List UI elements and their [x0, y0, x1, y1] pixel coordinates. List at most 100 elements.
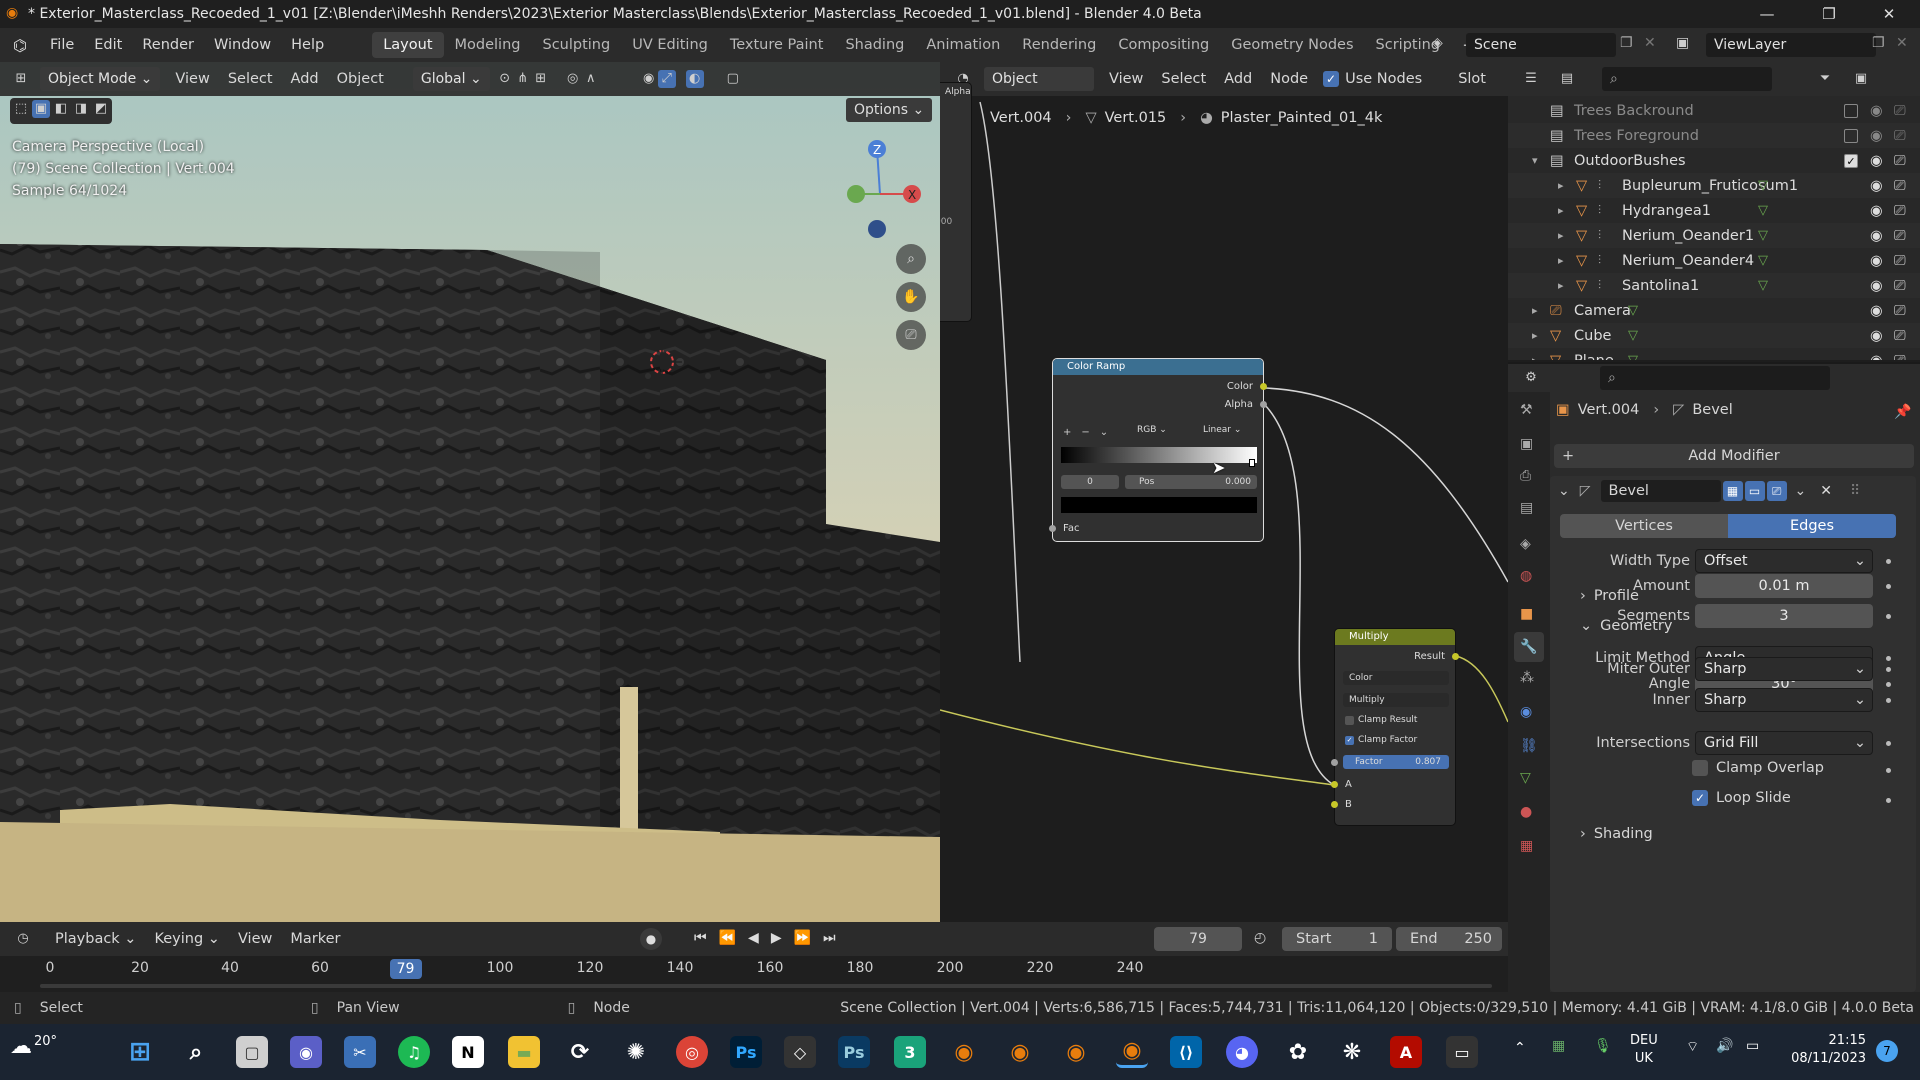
new-view-layer-icon[interactable]: ❐ [1872, 35, 1885, 51]
ramp-color-mode-dropdown[interactable]: RGB ⌄ [1137, 425, 1187, 439]
render-toggle-icon[interactable]: ⎚ [1766, 481, 1787, 501]
filter-icon[interactable]: ⏷ [1816, 70, 1834, 88]
chatgpt-icon[interactable]: ✺ [620, 1036, 652, 1068]
openai-icon[interactable]: ✿ [1282, 1036, 1314, 1068]
mesh-data-icon[interactable]: ▽ [1758, 203, 1768, 218]
vp-menu-add[interactable]: Add [282, 71, 328, 87]
object-mode-dropdown[interactable]: Object Mode ⌄ [40, 67, 161, 91]
multiply-node[interactable]: Multiply Result Color Multiply Clamp Res… [1331, 628, 1459, 826]
close-button[interactable]: ✕ [1866, 0, 1912, 28]
display-mode-icon[interactable]: ▤ [1558, 70, 1576, 88]
mesh-data-icon[interactable]: ▽ [1628, 353, 1638, 360]
gizmo-toggle-icon[interactable]: ⤢ [657, 70, 676, 88]
render-camera-icon[interactable]: ⎚ [1894, 128, 1906, 144]
frame-scrubber[interactable] [40, 984, 1492, 988]
expand-arrow-icon[interactable]: ▸ [1558, 254, 1564, 267]
notification-badge[interactable]: 7 [1876, 1040, 1898, 1062]
render-camera-icon[interactable]: ⎚ [1894, 253, 1906, 269]
navigation-gizmo[interactable]: Z X [830, 134, 930, 254]
result-output-socket[interactable] [1452, 653, 1459, 660]
outliner-item-label[interactable]: Bupleurum_Fruticosum1 [1622, 178, 1798, 194]
keyframe-dot-icon[interactable] [1886, 768, 1891, 773]
stopwatch-icon[interactable]: ◴ [1254, 930, 1266, 946]
clamp-result-checkbox[interactable] [1345, 715, 1354, 725]
keyframe-dot-icon[interactable] [1886, 558, 1891, 564]
outliner-item-label[interactable]: Plane [1574, 353, 1614, 361]
render-camera-icon[interactable]: ⎚ [1894, 178, 1906, 194]
alpha-output-socket[interactable] [1260, 401, 1267, 408]
pin-icon[interactable]: 📌 [1894, 404, 1911, 420]
outliner-item-label[interactable]: Cube [1574, 328, 1611, 344]
current-frame-marker[interactable]: 79 [389, 959, 422, 979]
eye-icon[interactable]: ◉ [1870, 178, 1883, 194]
camera-view-icon[interactable]: ⎚ [896, 320, 926, 350]
proportional-edit-icon[interactable]: ◎ [564, 70, 582, 88]
outliner-row[interactable]: ▸ ▽ Nerium_Oeander1 ⫶ ▽ ◉ ⎚ [1508, 223, 1920, 248]
render-camera-icon[interactable]: ⎚ [1894, 103, 1906, 119]
material-tab-icon[interactable]: ● [1520, 804, 1532, 820]
minimize-button[interactable]: — [1744, 0, 1790, 28]
multiply-type-dropdown[interactable]: Color [1343, 671, 1449, 685]
expand-arrow-icon[interactable]: ▸ [1532, 304, 1538, 317]
menu-file[interactable]: File [40, 37, 84, 53]
keyframe-dot-icon[interactable] [1886, 798, 1891, 803]
battery-icon[interactable]: ▭ [1746, 1038, 1759, 1054]
tab-layout[interactable]: Layout [372, 32, 444, 58]
mesh-data-icon[interactable]: ▽ [1758, 228, 1768, 243]
expand-arrow-icon[interactable]: ▸ [1558, 179, 1564, 192]
next-keyframe-icon[interactable]: ⏩ [794, 930, 811, 946]
outliner-row[interactable]: ▸ ▽ Nerium_Oeander4 ⫶ ▽ ◉ ⎚ [1508, 248, 1920, 273]
falloff-icon[interactable]: ∧ [582, 70, 600, 88]
outliner-item-label[interactable]: Camera [1574, 303, 1631, 319]
acrobat-icon[interactable]: A [1390, 1036, 1422, 1068]
geometry-subpanel-header[interactable]: ⌄ Geometry [1580, 618, 1672, 634]
file-explorer-icon[interactable]: ▬ [508, 1036, 540, 1068]
profile-subpanel-header[interactable]: › Profile [1580, 588, 1639, 604]
modifier-menu-icon[interactable]: ⌄ [1795, 483, 1807, 499]
ramp-menu-icon[interactable]: ⌄ [1100, 427, 1108, 438]
marker-menu[interactable]: Marker [281, 931, 349, 947]
properties-type-icon[interactable]: ⚙ [1522, 369, 1540, 387]
tab-rendering[interactable]: Rendering [1011, 32, 1107, 58]
select-extend-icon[interactable]: ◧ [52, 100, 70, 118]
pivot-icon[interactable]: ⊙ [496, 70, 514, 88]
transform-orientation-dropdown[interactable]: Global ⌄ [412, 67, 490, 91]
render-tab-icon[interactable]: ▣ [1520, 436, 1533, 452]
play-icon[interactable]: ▶ [771, 930, 782, 946]
jump-start-icon[interactable]: ⏮ [694, 930, 707, 946]
render-camera-icon[interactable]: ⎚ [1894, 203, 1906, 219]
terminal-icon[interactable]: ▭ [1446, 1036, 1478, 1068]
outliner-row[interactable]: ▤ Trees Backround ◉ ⎚ [1508, 98, 1920, 123]
expand-arrow-icon[interactable]: ▸ [1532, 329, 1538, 342]
select-tool-icon[interactable]: ⬚ [12, 100, 30, 118]
modifier-name-input[interactable]: Bevel [1600, 480, 1721, 502]
color-output-socket[interactable] [1260, 383, 1267, 390]
current-frame-field[interactable]: 79 [1154, 927, 1242, 951]
playback-menu[interactable]: Playback ⌄ [46, 931, 145, 947]
ramp-stop-color[interactable] [1061, 497, 1257, 513]
color-ramp-header[interactable]: Color Ramp [1053, 359, 1263, 375]
render-camera-icon[interactable]: ⎚ [1894, 228, 1906, 244]
start-menu-icon[interactable]: ⊞ [124, 1036, 156, 1068]
mesh-data-icon[interactable]: ▽ [1628, 303, 1638, 318]
image-texture-node-partial[interactable]: Alpha 000 [940, 82, 972, 322]
3d-viewport[interactable]: Camera Perspective (Local) (79) Scene Co… [0, 62, 940, 922]
maximize-button[interactable]: ❐ [1806, 0, 1852, 28]
keyframe-dot-icon[interactable] [1886, 613, 1891, 619]
property-dropdown[interactable]: Offset ⌄ [1695, 549, 1873, 573]
property-number-field[interactable]: 3 [1695, 604, 1873, 628]
keyframe-dot-icon[interactable] [1886, 740, 1891, 746]
select-box-icon[interactable]: ▣ [32, 100, 50, 118]
tl-view-menu[interactable]: View [229, 931, 281, 947]
tray-app-icon[interactable]: ▦ [1552, 1038, 1565, 1054]
new-collection-icon[interactable]: ▣ [1852, 70, 1870, 88]
clamp-factor-checkbox[interactable]: ✓ [1345, 735, 1354, 745]
properties-search-input[interactable]: ⌕ [1600, 366, 1830, 390]
scene-field[interactable]: Scene [1466, 33, 1616, 57]
eye-icon[interactable]: ◉ [1870, 103, 1883, 119]
tab-sculpting[interactable]: Sculpting [531, 32, 621, 58]
volume-icon[interactable]: 🔊 [1716, 1038, 1733, 1054]
tab-compositing[interactable]: Compositing [1107, 32, 1220, 58]
snap-grid-icon[interactable]: ⊞ [532, 70, 550, 88]
snipping-tool-icon[interactable]: ✂ [344, 1036, 376, 1068]
